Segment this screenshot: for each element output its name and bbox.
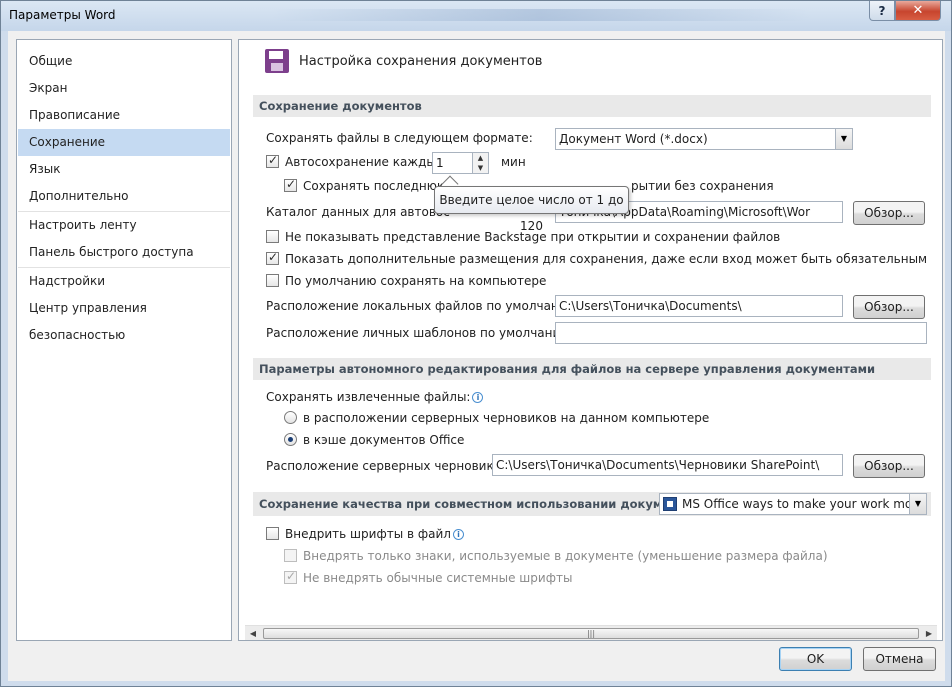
- local-files-label: Расположение локальных файлов по умолчан…: [266, 299, 581, 313]
- radio-office-cache[interactable]: [284, 433, 297, 446]
- autosave-tooltip: Введите целое число от 1 до 120: [434, 186, 629, 233]
- autorecover-browse-button[interactable]: Обзор...: [853, 201, 925, 225]
- title-bar: Параметры Word ? ✕: [1, 1, 951, 31]
- options-nav: Общие Экран Правописание Сохранение Язык…: [16, 39, 232, 641]
- keep-last-version-label: Сохранять последнюю: [303, 179, 447, 193]
- format-label: Сохранять файлы в следующем формате:: [266, 131, 533, 145]
- autosave-label: Автосохранение каждые: [285, 155, 444, 169]
- spin-up-icon[interactable]: ▲: [473, 153, 488, 163]
- templates-label: Расположение личных шаблонов по умолчани…: [266, 326, 575, 340]
- embed-used-chars-label: Внедрять только знаки, используемые в до…: [303, 549, 828, 563]
- scroll-left-icon[interactable]: ◀: [245, 626, 261, 640]
- backstage-checkbox[interactable]: [266, 230, 279, 243]
- dialog-client-area: Общие Экран Правописание Сохранение Язык…: [8, 31, 945, 681]
- info-icon: i: [472, 392, 484, 403]
- extra-places-label: Показать дополнительные размещения для с…: [285, 252, 928, 266]
- nav-item-proofing[interactable]: Правописание: [18, 102, 230, 129]
- local-files-browse-button[interactable]: Обзор...: [853, 295, 925, 319]
- nav-item-display[interactable]: Экран: [18, 75, 230, 102]
- nav-item-quick-access[interactable]: Панель быстрого доступа: [18, 239, 230, 266]
- save-checked-out-label: Сохранять извлеченные файлы: i: [266, 390, 484, 404]
- format-select[interactable]: Документ Word (*.docx) ▼: [555, 128, 853, 150]
- fidelity-document-value: MS Office ways to make your work more...: [682, 497, 927, 511]
- nav-item-addins[interactable]: Надстройки: [18, 268, 230, 295]
- window-title: Параметры Word: [9, 8, 116, 22]
- chevron-down-icon[interactable]: ▼: [835, 129, 852, 149]
- autorecover-label: Каталог данных для автовос: [266, 205, 450, 219]
- save-options-panel: Настройка сохранения документов Сохранен…: [238, 39, 943, 641]
- autosave-minutes-input[interactable]: 1: [432, 152, 473, 174]
- format-select-value: Документ Word (*.docx): [559, 132, 708, 146]
- section-offline-editing: Параметры автономного редактирования для…: [253, 358, 931, 380]
- help-button[interactable]: ?: [869, 1, 895, 21]
- spin-down-icon[interactable]: ▼: [473, 163, 488, 173]
- radio-server-drafts[interactable]: [284, 411, 297, 424]
- save-checked-out-text: Сохранять извлеченные файлы:: [266, 390, 471, 404]
- save-icon: [265, 49, 289, 73]
- no-common-fonts-label: Не внедрять обычные системные шрифты: [303, 571, 573, 585]
- keep-last-version-label-tail: рытии без сохранения: [631, 179, 774, 193]
- fidelity-title: Сохранение качества при совместном испол…: [259, 497, 698, 511]
- extra-places-checkbox[interactable]: [266, 250, 279, 265]
- keep-last-version-checkbox[interactable]: [284, 177, 297, 192]
- embed-used-chars-checkbox[interactable]: [284, 549, 297, 562]
- radio-server-drafts-label: в расположении серверных черновиков на д…: [303, 411, 710, 425]
- save-to-computer-label: По умолчанию сохранять на компьютере: [285, 274, 547, 288]
- local-files-path-input[interactable]: C:\Users\Тоничка\Documents\: [555, 295, 843, 317]
- embed-fonts-checkbox[interactable]: [266, 527, 279, 540]
- horizontal-scrollbar[interactable]: ◀ ||| ▶: [245, 625, 937, 640]
- autosave-checkbox[interactable]: [266, 153, 279, 168]
- ok-button[interactable]: OK: [779, 647, 852, 671]
- embed-fonts-label: Внедрить шрифты в файл i: [285, 527, 464, 541]
- autosave-spinner[interactable]: ▲ ▼: [473, 152, 489, 174]
- scroll-thumb[interactable]: |||: [263, 628, 919, 639]
- nav-item-trust-center[interactable]: Центр управления безопасностью: [18, 295, 230, 342]
- word-document-icon: [663, 497, 677, 511]
- blurred-background-title: [271, 9, 811, 21]
- no-common-fonts-checkbox[interactable]: [284, 569, 297, 584]
- radio-office-cache-label: в кэше документов Office: [303, 433, 465, 447]
- backstage-label: Не показывать представление Backstage пр…: [285, 230, 781, 244]
- embed-fonts-text: Внедрить шрифты в файл: [285, 527, 451, 541]
- save-to-computer-checkbox[interactable]: [266, 274, 279, 287]
- autosave-unit: мин: [501, 155, 526, 169]
- nav-item-language[interactable]: Язык: [18, 156, 230, 183]
- info-icon: i: [452, 529, 464, 540]
- nav-item-general[interactable]: Общие: [18, 48, 230, 75]
- options-dialog: Параметры Word ? ✕ Общие Экран Правописа…: [0, 0, 952, 687]
- server-drafts-label: Расположение серверных черновиков:: [266, 459, 513, 473]
- nav-item-advanced[interactable]: Дополнительно: [18, 183, 230, 210]
- nav-item-save[interactable]: Сохранение: [18, 129, 230, 156]
- scroll-right-icon[interactable]: ▶: [921, 626, 937, 640]
- server-drafts-path-input[interactable]: C:\Users\Тоничка\Documents\Черновики Sha…: [492, 454, 843, 476]
- server-drafts-browse-button[interactable]: Обзор...: [853, 454, 925, 478]
- chevron-down-icon[interactable]: ▼: [909, 494, 926, 514]
- panel-title: Настройка сохранения документов: [299, 54, 543, 69]
- cancel-button[interactable]: Отмена: [863, 647, 936, 671]
- nav-item-customize-ribbon[interactable]: Настроить ленту: [18, 212, 230, 239]
- close-button[interactable]: ✕: [895, 1, 941, 21]
- fidelity-document-select[interactable]: MS Office ways to make your work more...…: [659, 493, 927, 515]
- section-save-documents: Сохранение документов: [253, 95, 931, 117]
- templates-path-input[interactable]: [555, 322, 927, 344]
